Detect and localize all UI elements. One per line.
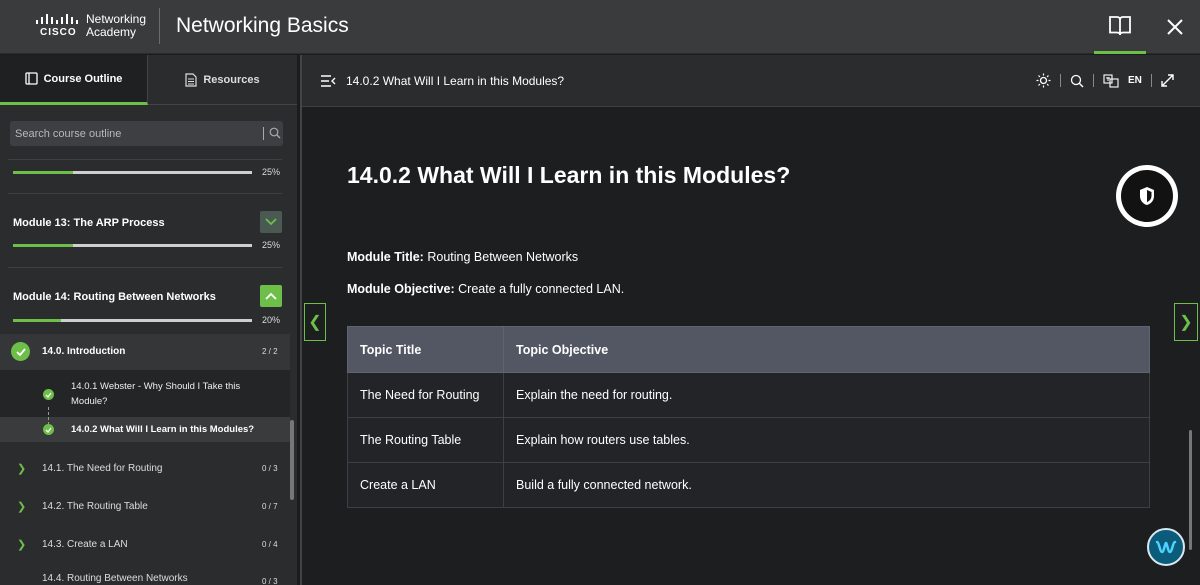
section-14-3[interactable]: 14.3. Create a LAN — [42, 539, 128, 550]
section-count: 0 / 4 — [262, 540, 278, 549]
close-icon — [1167, 19, 1183, 35]
tool-divider — [1093, 74, 1094, 87]
divider — [8, 267, 282, 268]
chevron-right-icon: ❯ — [17, 463, 27, 475]
subtopic-connector — [48, 407, 49, 425]
module-13-progress-label: 25% — [262, 240, 281, 250]
collapse-menu-icon[interactable] — [320, 75, 336, 87]
cisco-networking-academy-logo[interactable]: CISCO Networking Academy — [36, 13, 148, 41]
column-header: Topic Title — [347, 326, 504, 373]
book-icon — [1109, 15, 1131, 35]
search-input[interactable] — [10, 121, 250, 146]
expand-icon[interactable] — [1161, 74, 1174, 87]
course-title: Networking Basics — [176, 14, 349, 37]
translate-icon[interactable] — [1103, 73, 1119, 88]
chevron-left-icon: ❮ — [308, 314, 322, 331]
table-header-row: Topic Title Topic Objective — [347, 326, 1150, 373]
section-14-2[interactable]: 14.2. The Routing Table — [42, 501, 148, 512]
webex-assistant-button[interactable] — [1147, 528, 1185, 566]
module-13-expand-button[interactable] — [260, 211, 282, 233]
column-header: Topic Objective — [503, 326, 1150, 373]
section-count: 0 / 3 — [262, 577, 278, 585]
module-progress-bar — [13, 171, 252, 174]
section-count: 0 / 7 — [262, 502, 278, 511]
language-label[interactable]: EN — [1128, 75, 1142, 86]
top-bar: CISCO Networking Academy Networking Basi… — [0, 0, 1200, 54]
header-divider — [159, 8, 160, 44]
table-cell: The Need for Routing — [347, 372, 504, 418]
brightness-icon[interactable] — [1036, 73, 1051, 88]
breadcrumb: 14.0.2 What Will I Learn in this Modules… — [346, 74, 565, 88]
divider — [8, 193, 282, 194]
content-toolbar: 14.0.2 What Will I Learn in this Modules… — [302, 55, 1200, 107]
tool-divider — [1150, 74, 1152, 87]
check-icon — [43, 389, 54, 400]
sidebar-tabs: Course Outline Resources — [0, 55, 297, 105]
course-outline-sidebar: Course Outline Resources 25% Module 13: … — [0, 55, 297, 585]
section-title: 14.0. Introduction — [42, 346, 126, 357]
next-page-button[interactable]: ❯ — [1174, 303, 1198, 341]
module-14-progress-bar — [13, 319, 252, 322]
chevron-right-icon: ❯ — [17, 539, 27, 551]
check-icon — [43, 424, 54, 435]
search-icon[interactable] — [269, 127, 281, 139]
previous-page-button[interactable]: ❮ — [304, 303, 326, 341]
search-divider — [263, 127, 264, 140]
table-cell: Explain the need for routing. — [503, 372, 1150, 418]
module-14-progress-label: 20% — [262, 315, 281, 325]
page-title: 14.0.2 What Will I Learn in this Modules… — [347, 162, 791, 188]
webex-icon — [1155, 540, 1177, 554]
section-count: 2 / 2 — [262, 347, 278, 356]
book-icon — [24, 72, 38, 85]
subtopic-14-0-1[interactable]: 14.0.1 Webster - Why Should I Take this … — [71, 379, 240, 409]
module-objective-line: Module Objective: Create a fully connect… — [347, 282, 625, 296]
search-icon[interactable] — [1070, 74, 1084, 88]
module-14-collapse-button[interactable] — [260, 285, 282, 307]
check-icon — [11, 342, 30, 361]
outline-search — [10, 121, 283, 146]
content-tools: EN — [1036, 73, 1174, 88]
module-13-progress-bar — [13, 244, 252, 247]
table-row: The Need for Routing Explain the need fo… — [347, 372, 1150, 418]
table-row: Create a LAN Build a fully connected net… — [347, 462, 1150, 508]
chevron-right-icon: ❯ — [17, 501, 27, 513]
table-cell: Explain how routers use tables. — [503, 417, 1150, 463]
document-icon — [185, 73, 197, 87]
cisco-brand: CISCO — [40, 27, 77, 38]
chevron-right-icon: ❯ — [1179, 314, 1193, 331]
table-cell: Create a LAN — [347, 462, 504, 508]
module-14-title[interactable]: Module 14: Routing Between Networks — [13, 291, 216, 303]
chevron-down-icon — [265, 218, 277, 226]
academy-name: Networking Academy — [86, 12, 147, 39]
module-progress-label: 25% — [262, 167, 281, 177]
topic-table: Topic Title Topic Objective The Need for… — [347, 326, 1150, 508]
section-14-4[interactable]: 14.4. Routing Between Networks — [42, 573, 188, 584]
module-13-title[interactable]: Module 13: The ARP Process — [13, 217, 165, 229]
divider — [8, 159, 282, 160]
subtopic-14-0-2[interactable]: 14.0.2 What Will I Learn in this Modules… — [71, 422, 254, 437]
module-title-line: Module Title: Routing Between Networks — [347, 250, 579, 264]
course-book-button[interactable] — [1094, 0, 1146, 54]
close-button[interactable] — [1150, 0, 1200, 54]
section-14-1[interactable]: 14.1. The Need for Routing — [42, 463, 162, 474]
cisco-bars-icon — [36, 14, 78, 24]
tool-divider — [1060, 74, 1061, 87]
content-scrollbar[interactable] — [1189, 430, 1192, 550]
table-row: The Routing Table Explain how routers us… — [347, 417, 1150, 463]
sidebar-scrollbar[interactable] — [290, 420, 294, 500]
table-cell: The Routing Table — [347, 417, 504, 463]
tab-course-outline[interactable]: Course Outline — [0, 55, 148, 105]
privacy-shield-button[interactable] — [1116, 165, 1178, 227]
table-cell: Build a fully connected network. — [503, 462, 1150, 508]
shield-icon — [1140, 187, 1154, 205]
section-count: 0 / 3 — [262, 464, 278, 473]
tab-resources[interactable]: Resources — [148, 55, 297, 105]
chevron-up-icon — [265, 292, 277, 300]
content-area: 14.0.2 What Will I Learn in this Modules… — [300, 55, 1200, 585]
